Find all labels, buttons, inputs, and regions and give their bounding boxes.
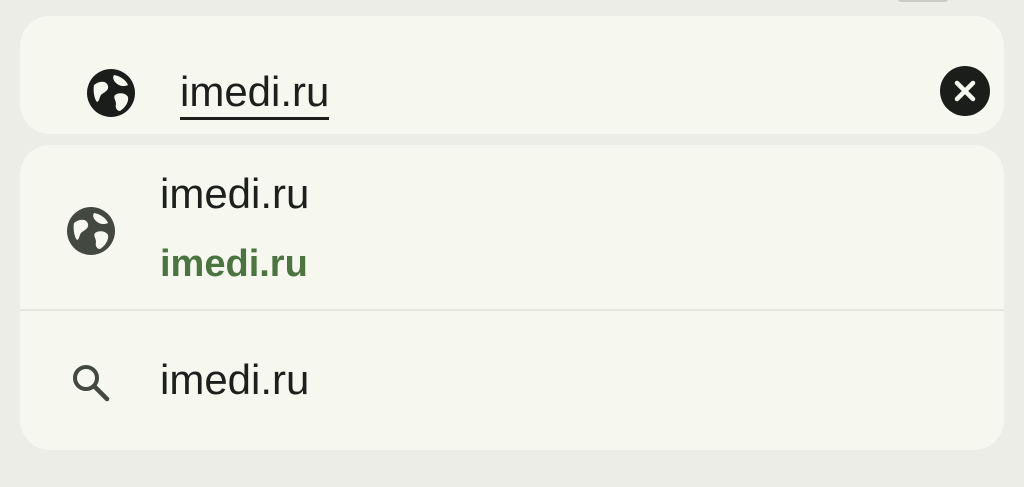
suggestion-title: imedi.ru	[160, 170, 310, 217]
suggestions-list: imedi.ru imedi.ru imedi.ru	[20, 145, 1004, 450]
suggestion-url: imedi.ru	[160, 243, 308, 285]
suggestion-title: imedi.ru	[160, 356, 310, 403]
suggestion-item-site[interactable]: imedi.ru imedi.ru	[20, 145, 1004, 309]
suggestion-item-search[interactable]: imedi.ru	[20, 311, 1004, 450]
globe-icon	[86, 68, 136, 118]
clear-button[interactable]	[940, 66, 990, 116]
close-icon	[954, 80, 976, 102]
search-icon	[66, 358, 116, 408]
top-edge-indicator	[898, 0, 948, 2]
url-bar[interactable]: imedi.ru	[20, 16, 1004, 134]
url-input-text[interactable]: imedi.ru	[180, 67, 330, 120]
globe-icon	[66, 206, 116, 256]
